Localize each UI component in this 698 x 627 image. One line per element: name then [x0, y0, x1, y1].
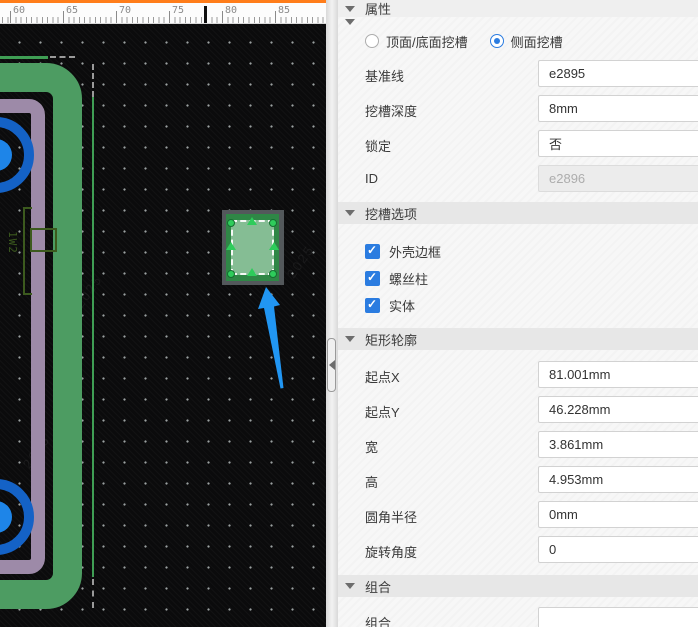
- width-input[interactable]: [538, 431, 698, 458]
- eda-app-window: 60 65 70 75 80 85 2025 2025 2025 1W2: [0, 0, 698, 627]
- resize-handle-top-right[interactable]: [269, 219, 277, 227]
- slot-depth-input[interactable]: [538, 95, 698, 122]
- checkbox-row-screw-post[interactable]: 螺丝柱: [365, 269, 428, 288]
- ruler-mark: 85: [278, 5, 290, 16]
- pcb-canvas[interactable]: 2025 2025 2025 1W2: [0, 24, 326, 627]
- ruler-mark: 65: [66, 5, 78, 16]
- ruler-minor-ticks: [0, 17, 326, 23]
- resize-handle-bottom-left[interactable]: [227, 270, 235, 278]
- datum-line-vertical-dashed-top: [92, 64, 94, 97]
- section-title: 挖槽选项: [365, 204, 417, 223]
- ruler-mark: 70: [119, 5, 131, 16]
- ruler-mark: 75: [172, 5, 184, 16]
- slot-type-radio-group: 顶面/底面挖槽 侧面挖槽: [365, 31, 563, 51]
- field-label-corner-radius: 圆角半径: [365, 507, 417, 526]
- section-title: 矩形轮廓: [365, 330, 417, 349]
- height-input[interactable]: [538, 466, 698, 493]
- radio-label: 顶面/底面挖槽: [386, 32, 468, 51]
- collapse-arrow-icon: [345, 336, 355, 342]
- horizontal-ruler: 60 65 70 75 80 85: [0, 3, 326, 24]
- field-label-slot-depth: 挖槽深度: [365, 101, 417, 120]
- checkbox-checked-icon[interactable]: [365, 244, 380, 259]
- annotation-arrow-icon: [250, 282, 296, 394]
- checkbox-checked-icon[interactable]: [365, 271, 380, 286]
- edge-handle-bottom[interactable]: [247, 268, 257, 276]
- edge-handle-top[interactable]: [247, 217, 257, 225]
- checkbox-checked-icon[interactable]: [365, 298, 380, 313]
- ruler-major-tick: [222, 11, 223, 23]
- section-title: 属性: [365, 0, 391, 18]
- ruler-cursor-position-marker: [204, 6, 207, 23]
- section-header-group[interactable]: 组合: [338, 575, 698, 597]
- checkbox-label: 螺丝柱: [389, 269, 428, 288]
- section-header-properties[interactable]: 属性: [338, 0, 698, 17]
- corner-radius-input[interactable]: [538, 501, 698, 528]
- datum-line-vertical-dashed-bottom: [92, 579, 94, 608]
- edge-handle-right[interactable]: [269, 242, 279, 250]
- collapse-arrow-icon[interactable]: [345, 19, 355, 25]
- start-x-input[interactable]: [538, 361, 698, 388]
- field-label-start-y: 起点Y: [365, 402, 400, 421]
- panel-collapse-handle[interactable]: [327, 338, 336, 392]
- slot-selection-dashed-fill[interactable]: [231, 220, 274, 275]
- datum-line-horizontal-green[interactable]: [0, 56, 48, 59]
- collapse-arrow-icon: [345, 6, 355, 12]
- resize-handle-top-left[interactable]: [227, 219, 235, 227]
- start-y-input[interactable]: [538, 396, 698, 423]
- baseline-input[interactable]: [538, 60, 698, 87]
- datum-line-horizontal-dashed: [50, 56, 75, 58]
- checkbox-row-solid[interactable]: 实体: [365, 296, 415, 315]
- ruler-mark: 80: [225, 5, 237, 16]
- section-header-slot-options[interactable]: 挖槽选项: [338, 202, 698, 224]
- footprint-rect-outline[interactable]: [30, 228, 57, 252]
- footprint-designator-label: 1W2: [6, 231, 19, 254]
- group-input[interactable]: [538, 607, 698, 627]
- section-header-rect-outline[interactable]: 矩形轮廓: [338, 328, 698, 350]
- radio-selected-icon[interactable]: [490, 34, 504, 48]
- panel-divider[interactable]: [326, 0, 338, 627]
- collapse-arrow-icon: [345, 583, 355, 589]
- radio-icon[interactable]: [365, 34, 379, 48]
- checkbox-label: 外壳边框: [389, 242, 441, 261]
- ruler-major-tick: [169, 11, 170, 23]
- ruler-mark: 60: [13, 5, 25, 16]
- field-label-start-x: 起点X: [365, 367, 400, 386]
- field-label-group: 组合: [365, 613, 391, 627]
- field-label-locked: 锁定: [365, 136, 391, 155]
- edge-handle-left[interactable]: [226, 242, 236, 250]
- collapse-left-icon: [329, 360, 335, 370]
- ruler-major-tick: [116, 11, 117, 23]
- properties-panel: 属性 顶面/底面挖槽 侧面挖槽 基准线 挖槽深度 锁定 ID 挖槽选项: [338, 0, 698, 627]
- radio-label: 侧面挖槽: [511, 32, 563, 51]
- rotation-input[interactable]: [538, 536, 698, 563]
- collapse-arrow-icon: [345, 210, 355, 216]
- radio-option-side-slot[interactable]: 侧面挖槽: [490, 32, 563, 51]
- section-title: 组合: [365, 577, 391, 596]
- radio-option-top-bottom-slot[interactable]: 顶面/底面挖槽: [365, 32, 468, 51]
- field-label-height: 高: [365, 472, 378, 491]
- checkbox-label: 实体: [389, 296, 415, 315]
- field-label-rotation: 旋转角度: [365, 542, 417, 561]
- field-label-id: ID: [365, 171, 378, 186]
- ruler-major-tick: [275, 11, 276, 23]
- ruler-major-tick: [10, 11, 11, 23]
- id-input: [538, 165, 698, 192]
- baseline-e2895-vertical-green[interactable]: [92, 97, 94, 577]
- checkbox-row-shell-border[interactable]: 外壳边框: [365, 242, 441, 261]
- field-label-baseline: 基准线: [365, 66, 404, 85]
- ruler-major-tick: [63, 11, 64, 23]
- locked-input[interactable]: [538, 130, 698, 157]
- selected-slot-rectangle[interactable]: [222, 210, 284, 285]
- field-label-width: 宽: [365, 437, 378, 456]
- resize-handle-bottom-right[interactable]: [269, 270, 277, 278]
